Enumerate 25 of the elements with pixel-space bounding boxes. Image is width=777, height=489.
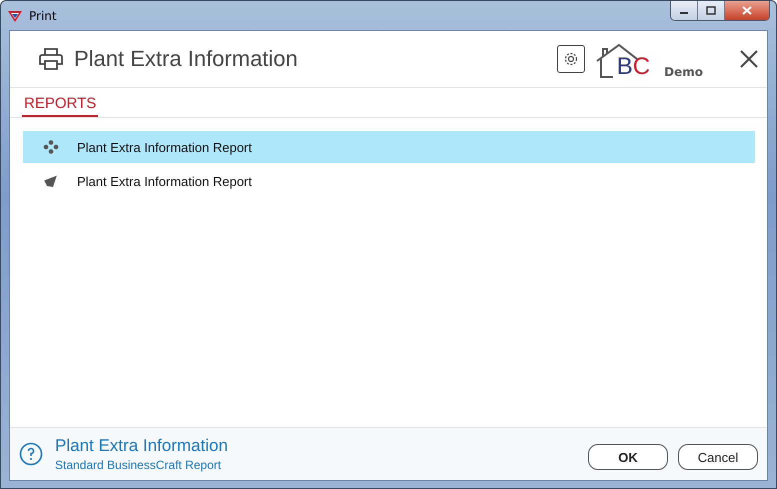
window-title: Print	[29, 8, 57, 22]
printer-icon	[38, 47, 64, 71]
maximize-icon	[706, 6, 716, 15]
logo-letter: B	[616, 55, 633, 79]
close-icon	[742, 6, 752, 15]
wing-icon	[43, 174, 59, 188]
dots-icon	[43, 140, 59, 154]
report-item[interactable]: Plant Extra Information Report	[23, 165, 755, 197]
close-button[interactable]	[725, 1, 769, 20]
maximize-button[interactable]	[698, 1, 725, 20]
ok-button[interactable]: OK	[588, 444, 668, 470]
report-title: Plant Extra Information	[55, 436, 228, 456]
close-icon[interactable]	[739, 49, 759, 69]
logo-letter: C	[632, 55, 650, 79]
dialog-title: Plant Extra Information	[74, 46, 298, 72]
app-logo-icon	[7, 8, 23, 22]
report-item[interactable]: Plant Extra Information Report	[23, 131, 755, 163]
help-icon[interactable]	[19, 442, 43, 466]
cancel-button[interactable]: Cancel	[678, 444, 758, 470]
settings-icon	[562, 51, 579, 67]
settings-button[interactable]	[556, 45, 585, 73]
report-description: Standard BusinessCraft Report	[55, 458, 222, 472]
minimize-button[interactable]	[671, 1, 698, 20]
reports-tab[interactable]: REPORTS	[22, 95, 98, 117]
edition-label: Demo	[664, 65, 703, 79]
